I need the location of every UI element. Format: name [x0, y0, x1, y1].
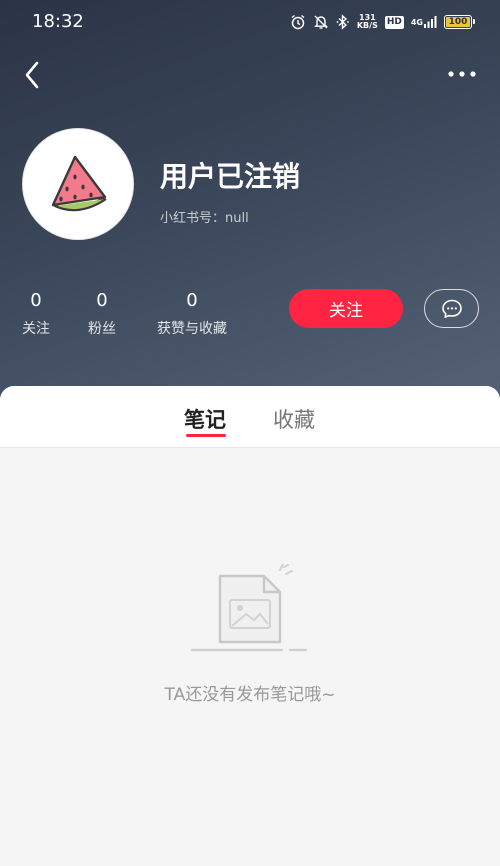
alarm-icon — [290, 14, 306, 30]
watermelon-icon — [51, 155, 107, 212]
status-bar: 18:32 131 KB/S HD 4G 100 — [0, 0, 500, 44]
hd-badge: HD — [384, 15, 404, 29]
battery-level: 100 — [448, 17, 468, 27]
stat-label: 粉丝 — [88, 321, 116, 337]
active-tab-indicator — [186, 434, 226, 437]
profile-name: 用户已注销 — [160, 160, 301, 193]
stat-value: 0 — [186, 290, 198, 311]
bluetooth-icon — [336, 14, 350, 30]
stat-following[interactable]: 0 关注 — [20, 289, 52, 338]
mute-bell-icon — [313, 14, 329, 30]
chat-button[interactable] — [424, 289, 479, 328]
profile-id: 小红书号：null — [160, 211, 249, 226]
content-panel: 笔记 收藏 TA还没有发布笔记哦~ — [0, 386, 500, 866]
stat-likes-collections[interactable]: 0 获赞与收藏 — [152, 289, 232, 338]
empty-document-icon — [190, 564, 308, 652]
tab-notes[interactable]: 笔记 — [184, 404, 226, 434]
stat-value: 0 — [96, 290, 108, 311]
stat-value: 0 — [30, 290, 42, 311]
status-icons: 131 KB/S HD 4G 100 — [290, 12, 475, 32]
back-button[interactable] — [20, 58, 48, 92]
battery-icon: 100 — [444, 15, 475, 29]
chevron-left-icon — [25, 61, 39, 89]
stat-label: 获赞与收藏 — [157, 321, 227, 337]
chat-bubble-icon — [441, 299, 462, 318]
status-time: 18:32 — [32, 11, 84, 32]
tab-bar: 笔记 收藏 — [0, 386, 500, 448]
signal-icon: 4G — [411, 15, 437, 29]
avatar[interactable] — [22, 128, 134, 240]
stat-label: 关注 — [22, 321, 50, 337]
empty-state-message: TA还没有发布笔记哦~ — [164, 685, 336, 705]
network-type: 4G — [410, 17, 423, 27]
profile-header: 18:32 131 KB/S HD 4G 100 用户已注销 小红书号：null… — [0, 0, 500, 410]
tab-collections[interactable]: 收藏 — [273, 404, 315, 434]
follow-button[interactable]: 关注 — [289, 289, 403, 328]
more-button[interactable] — [446, 62, 478, 86]
more-dots-icon — [448, 71, 476, 77]
network-speed: 131 KB/S — [356, 13, 378, 30]
stat-followers[interactable]: 0 粉丝 — [86, 289, 118, 338]
